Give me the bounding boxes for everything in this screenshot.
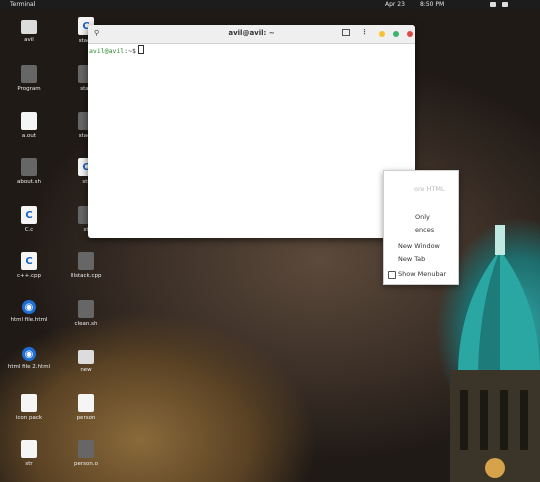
folder-icon bbox=[21, 65, 37, 83]
desktop-icon-str[interactable]: str bbox=[5, 440, 53, 467]
home-folder-icon bbox=[21, 20, 37, 34]
menu-kebab-icon[interactable]: ⋮ bbox=[361, 28, 368, 36]
terminal-context-menu: ore HTML Only ences New Window New Tab S… bbox=[383, 170, 459, 285]
desktop-icon-clean-sh[interactable]: clean.sh bbox=[62, 300, 110, 327]
object-file-icon bbox=[78, 440, 94, 458]
minimize-button[interactable] bbox=[379, 31, 385, 37]
terminal-prompt[interactable]: avil@avil:~$ bbox=[89, 45, 144, 55]
menu-item-only[interactable]: Only bbox=[415, 213, 430, 221]
date-label[interactable]: Apr 23 bbox=[385, 0, 405, 9]
maximize-button[interactable] bbox=[393, 31, 399, 37]
folder-icon bbox=[78, 350, 94, 364]
desktop-icon-html-file-2[interactable]: ◉ html file 2.html bbox=[5, 347, 53, 370]
web-file-icon: ◉ bbox=[22, 347, 36, 361]
terminal-window[interactable]: ⚲ avil@avil: ~ ⋮ avil@avil:~$ bbox=[88, 25, 415, 238]
desktop-icon-about-sh[interactable]: about.sh bbox=[5, 158, 53, 185]
close-button[interactable] bbox=[407, 31, 413, 37]
system-status-area[interactable] bbox=[490, 0, 508, 9]
file-icon bbox=[78, 394, 94, 412]
menu-item-preferences[interactable]: ences bbox=[415, 226, 434, 234]
file-icon bbox=[21, 394, 37, 412]
desktop-icon-new[interactable]: new bbox=[62, 347, 110, 373]
desktop-icon-lllstack-cpp[interactable]: lllstack.cpp bbox=[62, 252, 110, 279]
clock-label[interactable]: 8:50 PM bbox=[420, 0, 444, 9]
desktop-icon-person-o[interactable]: person.o bbox=[62, 440, 110, 467]
web-file-icon: ◉ bbox=[22, 300, 36, 314]
desktop-icon-person[interactable]: person bbox=[62, 394, 110, 421]
desktop-icon-a-out[interactable]: a.out bbox=[5, 112, 53, 139]
volume-icon bbox=[502, 2, 508, 7]
active-app-name[interactable]: Terminal bbox=[10, 0, 35, 9]
show-menubar-checkbox[interactable] bbox=[388, 271, 396, 279]
desktop-icon-icon-pack[interactable]: icon pack bbox=[5, 394, 53, 421]
new-tab-icon[interactable] bbox=[342, 29, 350, 36]
cpp-file-icon bbox=[78, 252, 94, 270]
menu-item-new-window[interactable]: New Window bbox=[398, 242, 440, 250]
c-file-icon: C bbox=[21, 206, 37, 224]
prompt-user: avil@avil bbox=[89, 47, 125, 55]
terminal-header-bar[interactable]: ⚲ avil@avil: ~ ⋮ bbox=[88, 25, 415, 44]
menu-item-html[interactable]: ore HTML bbox=[414, 185, 445, 193]
file-icon bbox=[21, 440, 37, 458]
menu-item-new-tab[interactable]: New Tab bbox=[398, 255, 425, 263]
desktop-icon-cpp-file[interactable]: C c++.cpp bbox=[5, 252, 53, 279]
desktop-icon-c-file[interactable]: C C.c bbox=[5, 206, 53, 233]
network-icon bbox=[490, 2, 496, 7]
prompt-path: :~$ bbox=[124, 47, 136, 55]
top-bar: Terminal Apr 23 8:50 PM bbox=[0, 0, 540, 9]
executable-file-icon bbox=[21, 112, 37, 130]
script-file-icon bbox=[21, 158, 37, 176]
desktop-icon-avil[interactable]: avil bbox=[5, 17, 53, 43]
desktop-icon-html-file[interactable]: ◉ html file.html bbox=[5, 300, 53, 323]
text-cursor bbox=[137, 45, 144, 54]
show-menubar-label[interactable]: Show Menubar bbox=[398, 270, 446, 278]
desktop-icon-program[interactable]: Program bbox=[5, 65, 53, 92]
cpp-file-icon: C bbox=[21, 252, 37, 270]
script-file-icon bbox=[78, 300, 94, 318]
